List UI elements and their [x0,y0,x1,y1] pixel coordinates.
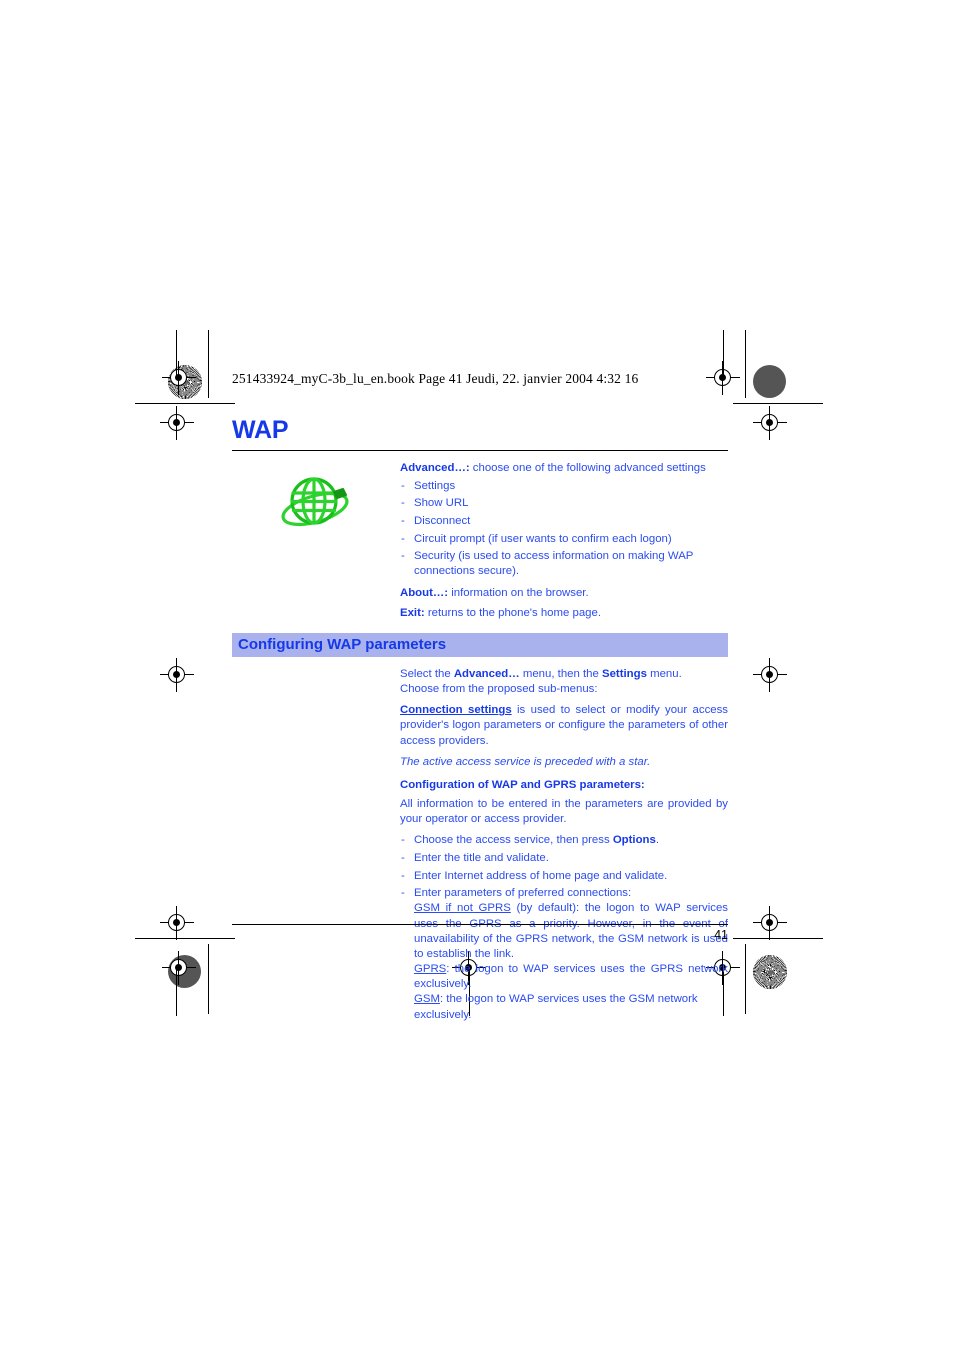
connection-mode-entry: GPRS: the logon to WAP services uses the… [414,962,728,992]
icon-column [232,461,400,537]
list-item[interactable]: - Choose the access service, then press O… [400,833,728,848]
connection-settings-paragraph: Connection settings is used to select or… [400,703,728,748]
connection-settings-link[interactable]: Connection settings [400,704,512,716]
footer-divider [232,924,728,925]
dash-bullet: - [401,497,405,510]
about-entry: About…: information on the browser. [400,586,728,601]
trim-line-bottom-right [733,938,823,940]
page-title: WAP [232,416,289,444]
registration-mark-right-lower [753,906,787,940]
list-item-label: Security (is used to access information … [414,550,694,578]
rosette-mark-bottom-right [753,955,787,989]
dash-bullet: - [401,851,405,864]
trim-line-top-left [135,403,235,405]
wap-globe-icon [281,477,349,527]
step-text-before: Enter parameters of preferred connection… [414,887,632,900]
dash-bullet: - [401,532,405,545]
list-item-label: Disconnect [414,514,471,527]
trim-line-top-right [733,403,823,405]
registration-mark-bottom-left-inner [162,951,196,985]
registration-mark-left-upper [160,406,194,440]
exit-entry: Exit: returns to the phone's home page. [400,606,728,621]
step-text-before: Enter Internet address of home page and … [414,869,668,882]
connection-mode-entry: GSM: the logon to WAP services uses the … [414,992,728,1022]
book-file-header: 251433924_myC-3b_lu_en.book Page 41 Jeud… [232,371,639,386]
gsm-if-not-gprs-term: GSM if not GPRS [414,902,511,915]
step-text-before: Choose the access service, then press [414,834,613,847]
connection-modes-block: GSM if not GPRS (by default): the logon … [414,901,728,1022]
gprs-text: : the logon to WAP services uses the GPR… [414,963,728,991]
trim-line-outer-left-bottom [176,968,178,1016]
list-item[interactable]: - Enter the title and validate. [400,851,728,866]
registration-mark-left-middle [160,658,194,692]
select-line-c: menu, then the [519,667,602,680]
select-line-e: menu. [646,667,682,680]
list-item[interactable]: - Disconnect [400,514,728,529]
trim-line-right-bottom-v [745,944,747,1014]
dash-bullet: - [401,550,405,563]
list-item[interactable]: - Settings [400,479,728,494]
advanced-options-list: - Settings - Show URL - Disconnect - Circuit… [400,479,728,580]
exit-label: Exit: [400,606,425,619]
gsm-term: GSM [414,993,440,1006]
dash-bullet: - [401,514,405,527]
list-item[interactable]: - Enter Internet address of home page and… [400,869,728,884]
list-item[interactable]: - Enter parameters of preferred connectio… [400,886,728,1022]
advanced-lede-rest: choose one of the following advanced set… [469,462,706,474]
configuration-section: Select the Advanced… menu, then the Sett… [232,667,728,1029]
dash-bullet: - [401,887,405,900]
configuration-text-column: Select the Advanced… menu, then the Sett… [400,667,728,1029]
step-text-before: Enter the title and validate. [414,851,549,864]
list-item[interactable]: - Circuit prompt (if user wants to confir… [400,532,728,547]
trim-line-left-bottom-v [208,944,210,1014]
trim-line-bottom-left [135,938,235,940]
rosette-mark-top-left [168,365,202,399]
trim-line-right-top-v [745,330,747,398]
solid-dot-mark-bottom-left [168,955,201,988]
list-item-label: Circuit prompt (if user wants to confirm… [414,532,672,545]
advanced-lede: Advanced…: choose one of the following a… [400,461,728,476]
gsm-text: : the logon to WAP services uses the GSM… [414,993,698,1021]
title-divider [232,450,728,451]
about-description: information on the browser. [448,586,589,599]
choose-submenu-line: Choose from the proposed sub-menus: [400,683,598,696]
select-line-a: Select the [400,667,454,680]
options-key-ref: Options [612,834,656,847]
list-item-label: Show URL [414,497,469,510]
registration-mark-right-middle [753,658,787,692]
list-item[interactable]: - Show URL [400,496,728,511]
trim-line-outer-right-top [723,330,725,380]
registration-mark-top-left-inner [162,361,196,395]
solid-dot-mark-top-right [753,365,786,398]
all-information-paragraph: All information to be entered in the par… [400,798,728,826]
step-text-after: . [655,834,660,847]
list-item-label: Settings [414,479,456,492]
gprs-term: GPRS [414,963,447,976]
active-service-note: The active access service is preceded wi… [400,755,651,768]
advanced-text-column: Advanced…: choose one of the following a… [400,461,728,621]
registration-mark-top-right-inner [706,361,740,395]
dash-bullet: - [401,479,405,492]
advanced-label: Advanced…: [400,462,470,474]
settings-menu-ref: Settings [602,667,647,680]
trim-line-left-top-v [208,330,210,398]
dash-bullet: - [401,834,405,847]
list-item[interactable]: - Security (is used to access information… [400,549,728,579]
section-header-band: Configuring WAP parameters [232,632,728,657]
registration-mark-right-upper [753,406,787,440]
dash-bullet: - [401,869,405,882]
icon-column-spacer [232,667,400,679]
globe-antenna-nub [333,488,347,499]
registration-mark-left-lower [160,906,194,940]
advanced-section: Advanced…: choose one of the following a… [232,461,728,621]
section-header-label: Configuring WAP parameters [238,636,447,654]
page-number: 41 [714,928,728,942]
about-label: About…: [400,586,449,599]
advanced-menu-ref: Advanced… [453,667,520,680]
configuration-subheading: Configuration of WAP and GPRS parameters… [400,778,645,791]
select-menu-instructions: Select the Advanced… menu, then the Sett… [400,667,728,697]
exit-description: returns to the phone's home page. [424,606,602,619]
trim-line-outer-left-top [176,330,178,380]
